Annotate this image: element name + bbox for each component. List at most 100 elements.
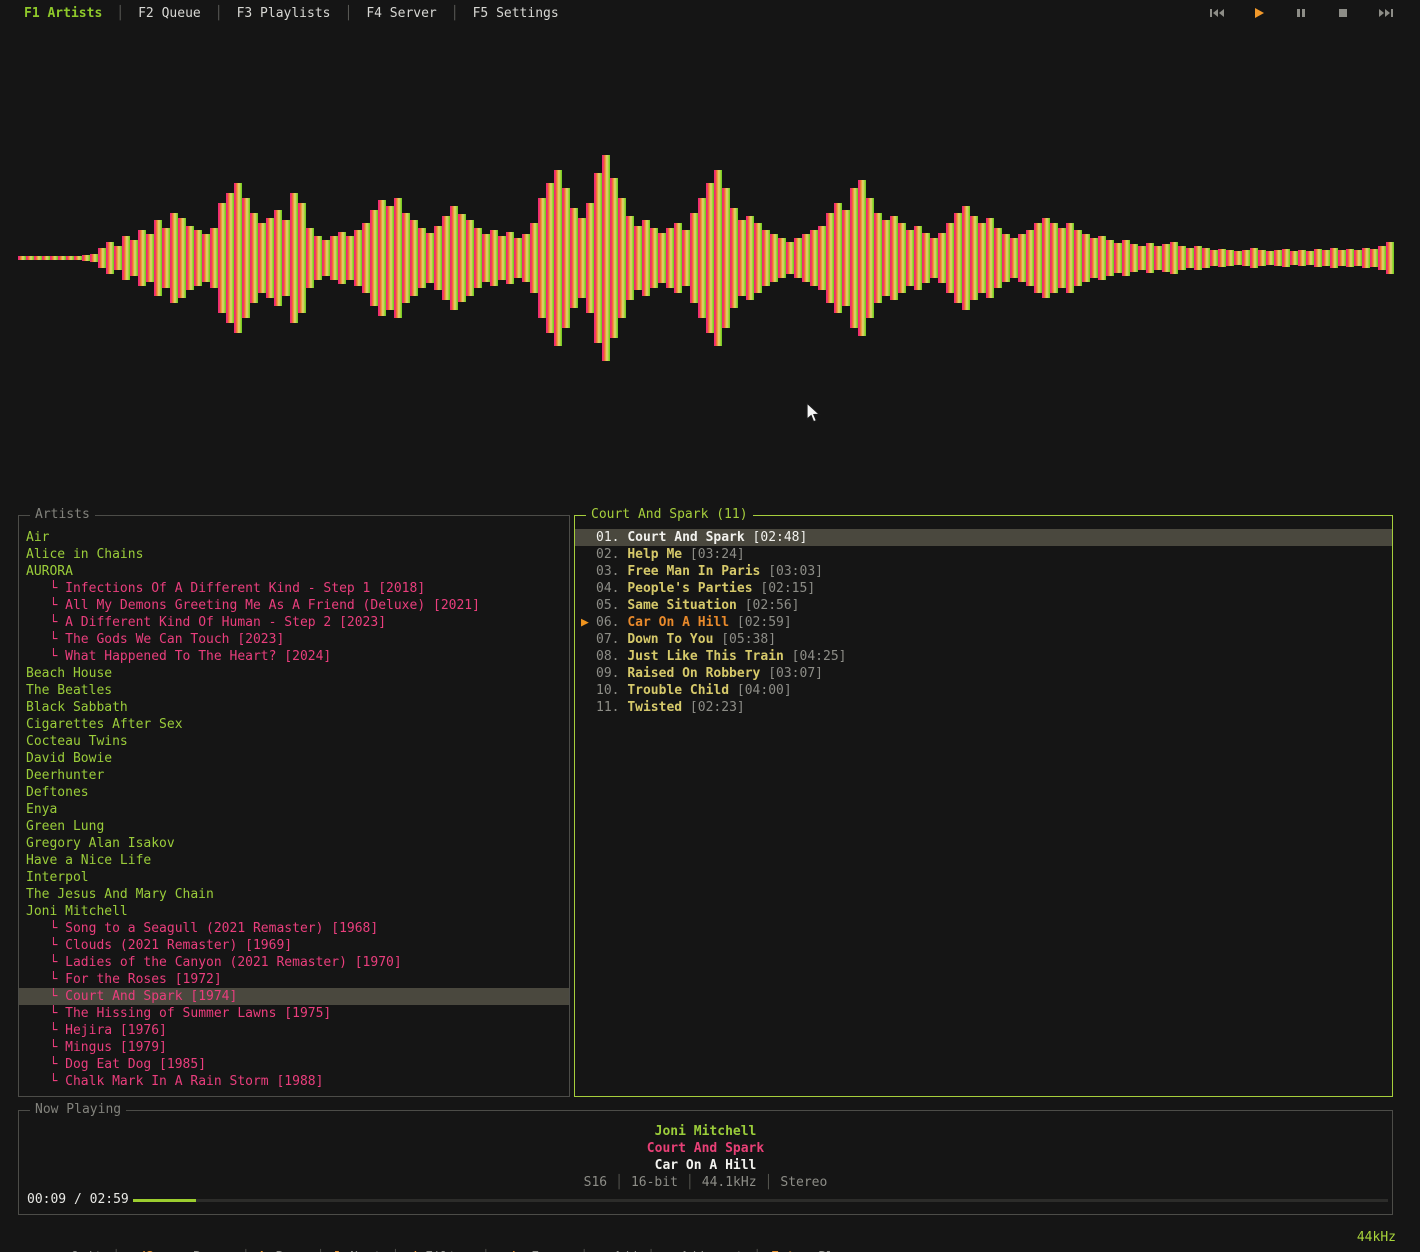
artist-row[interactable]: Gregory Alan Isakov: [19, 835, 569, 852]
artist-row[interactable]: Beach House: [19, 665, 569, 682]
track-number: 08.: [596, 649, 627, 664]
album-row[interactable]: └ For the Roses [1972]: [19, 971, 569, 988]
artists-list: AirAlice in ChainsAURORA └ Infections Of…: [19, 516, 569, 1090]
album-label: All My Demons Greeting Me As A Friend (D…: [65, 598, 480, 613]
track-row[interactable]: 05. Same Situation [02:56]: [575, 597, 1392, 614]
tree-branch-glyph: └: [26, 581, 65, 596]
track-row[interactable]: 11. Twisted [02:23]: [575, 699, 1392, 716]
artist-row[interactable]: Green Lung: [19, 818, 569, 835]
tree-branch-glyph: └: [26, 938, 65, 953]
tree-branch-glyph: └: [26, 615, 65, 630]
track-row[interactable]: 07. Down To You [05:38]: [575, 631, 1392, 648]
track-row[interactable]: 02. Help Me [03:24]: [575, 546, 1392, 563]
track-duration: [04:00]: [729, 683, 792, 698]
artist-row[interactable]: Cigarettes After Sex: [19, 716, 569, 733]
track-title: Same Situation: [627, 598, 737, 613]
album-label: The Hissing of Summer Lawns [1975]: [65, 1006, 331, 1021]
artist-row[interactable]: Black Sabbath: [19, 699, 569, 716]
album-label: Mingus [1979]: [65, 1040, 167, 1055]
track-duration: [02:59]: [729, 615, 792, 630]
track-number: 07.: [596, 632, 627, 647]
progress-bar-fill: [133, 1199, 196, 1202]
track-row[interactable]: 03. Free Man In Paris [03:03]: [575, 563, 1392, 580]
tree-branch-glyph: └: [26, 1023, 65, 1038]
track-title: Car On A Hill: [627, 615, 729, 630]
track-title: Trouble Child: [627, 683, 729, 698]
playing-indicator-empty: [581, 546, 596, 563]
status-bar: q:Quit│p/Space:Pause│h:Prev│l:Next│/:Fil…: [0, 1228, 1420, 1248]
album-row[interactable]: └ The Hissing of Summer Lawns [1975]: [19, 1005, 569, 1022]
album-row[interactable]: └ Clouds (2021 Remaster) [1969]: [19, 937, 569, 954]
waveform-visualization: [0, 0, 1420, 512]
album-label: What Happened To The Heart? [2024]: [65, 649, 331, 664]
track-row-selected[interactable]: 01. Court And Spark [02:48]: [575, 529, 1392, 546]
playing-indicator-empty: [581, 682, 596, 699]
album-row[interactable]: └ Chalk Mark In A Rain Storm [1988]: [19, 1073, 569, 1090]
album-row[interactable]: └ The Gods We Can Touch [2023]: [19, 631, 569, 648]
artist-row[interactable]: Cocteau Twins: [19, 733, 569, 750]
tree-branch-glyph: └: [26, 1074, 65, 1089]
format-separator: │: [765, 1175, 773, 1190]
track-row[interactable]: 04. People's Parties [02:15]: [575, 580, 1392, 597]
progress-bar[interactable]: [133, 1199, 1388, 1202]
now-playing-info: Joni Mitchell Court And Spark Car On A H…: [19, 1111, 1392, 1191]
tree-branch-glyph: └: [26, 955, 65, 970]
album-row[interactable]: └ All My Demons Greeting Me As A Friend …: [19, 597, 569, 614]
track-title: Court And Spark: [627, 530, 744, 545]
tree-branch-glyph: └: [26, 921, 65, 936]
artist-row[interactable]: Joni Mitchell: [19, 903, 569, 920]
track-title: Twisted: [627, 700, 682, 715]
tree-branch-glyph: └: [26, 649, 65, 664]
track-duration: [02:15]: [753, 581, 816, 596]
album-row[interactable]: └ Ladies of the Canyon (2021 Remaster) […: [19, 954, 569, 971]
track-duration: [02:48]: [745, 530, 808, 545]
artist-row[interactable]: AURORA: [19, 563, 569, 580]
track-row[interactable]: 09. Raised On Robbery [03:07]: [575, 665, 1392, 682]
track-number: 05.: [596, 598, 627, 613]
tree-branch-glyph: └: [26, 1057, 65, 1072]
artists-panel: Artists AirAlice in ChainsAURORA └ Infec…: [18, 515, 570, 1097]
tree-branch-glyph: └: [26, 1040, 65, 1055]
album-row[interactable]: └ What Happened To The Heart? [2024]: [19, 648, 569, 665]
artist-row[interactable]: The Beatles: [19, 682, 569, 699]
format-part: 44.1kHz: [702, 1175, 757, 1190]
track-number: 09.: [596, 666, 627, 681]
playing-indicator-empty: [581, 563, 596, 580]
track-title: Just Like This Train: [627, 649, 784, 664]
artist-row[interactable]: Have a Nice Life: [19, 852, 569, 869]
artist-row[interactable]: Alice in Chains: [19, 546, 569, 563]
track-row-playing[interactable]: ▶06. Car On A Hill [02:59]: [575, 614, 1392, 631]
album-label: Song to a Seagull (2021 Remaster) [1968]: [65, 921, 378, 936]
album-label: Chalk Mark In A Rain Storm [1988]: [65, 1074, 323, 1089]
now-playing-panel: Now Playing Joni Mitchell Court And Spar…: [18, 1110, 1393, 1215]
album-row[interactable]: └ A Different Kind Of Human - Step 2 [20…: [19, 614, 569, 631]
track-number: 10.: [596, 683, 627, 698]
album-row[interactable]: └ Infections Of A Different Kind - Step …: [19, 580, 569, 597]
album-label: For the Roses [1972]: [65, 972, 222, 987]
format-part: Stereo: [780, 1175, 827, 1190]
track-number: 06.: [596, 615, 627, 630]
album-row[interactable]: └ Song to a Seagull (2021 Remaster) [196…: [19, 920, 569, 937]
artist-row[interactable]: Enya: [19, 801, 569, 818]
artist-row[interactable]: Interpol: [19, 869, 569, 886]
artist-row[interactable]: David Bowie: [19, 750, 569, 767]
artist-row[interactable]: Deerhunter: [19, 767, 569, 784]
track-number: 11.: [596, 700, 627, 715]
artist-row[interactable]: Air: [19, 529, 569, 546]
playing-indicator-empty: [581, 580, 596, 597]
track-title: Free Man In Paris: [627, 564, 760, 579]
album-row[interactable]: └ Hejira [1976]: [19, 1022, 569, 1039]
album-row[interactable]: └ Dog Eat Dog [1985]: [19, 1056, 569, 1073]
time-elapsed-total: 00:09 / 02:59: [27, 1191, 129, 1208]
artist-row[interactable]: Deftones: [19, 784, 569, 801]
mouse-cursor: [806, 402, 822, 424]
album-label: Infections Of A Different Kind - Step 1 …: [65, 581, 425, 596]
album-row-selected[interactable]: └ Court And Spark [1974]: [19, 988, 569, 1005]
progress-row: 00:09 / 02:59: [19, 1191, 1392, 1208]
track-row[interactable]: 10. Trouble Child [04:00]: [575, 682, 1392, 699]
track-title: People's Parties: [627, 581, 752, 596]
artist-row[interactable]: The Jesus And Mary Chain: [19, 886, 569, 903]
track-row[interactable]: 08. Just Like This Train [04:25]: [575, 648, 1392, 665]
sample-rate-indicator: 44kHz: [1357, 1228, 1396, 1248]
album-row[interactable]: └ Mingus [1979]: [19, 1039, 569, 1056]
